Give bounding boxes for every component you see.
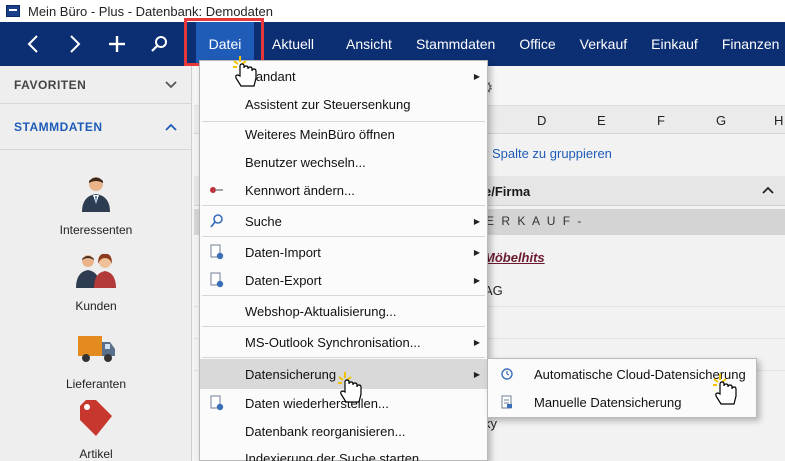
- menu-item-assistent-steuersenkung[interactable]: Assistent zur Steuersenkung: [200, 90, 487, 118]
- menu-separator: [202, 205, 485, 206]
- menu-item-label: Weiteres MeinBüro öffnen: [245, 126, 395, 142]
- menu-item-label: MS-Outlook Synchronisation...: [245, 334, 421, 350]
- menu-separator: [202, 236, 485, 237]
- submenu-arrow-icon: ▶: [473, 71, 480, 81]
- table-cell-link[interactable]: Möbelhits: [484, 250, 545, 265]
- plus-icon: [109, 36, 125, 52]
- sidebar-item-label: Kunden: [75, 299, 117, 313]
- submenu-arrow-icon: ▶: [473, 337, 480, 347]
- column-letter: D: [537, 113, 547, 128]
- menu-item-label: Datensicherung: [245, 366, 337, 382]
- sidebar-item-lieferanten[interactable]: Lieferanten: [0, 328, 192, 391]
- menu-verkauf[interactable]: Verkauf: [568, 22, 639, 66]
- add-button[interactable]: [96, 22, 138, 66]
- menu-item-label: Datenbank reorganisieren...: [245, 423, 406, 439]
- title-bar: Mein Büro - Plus - Datenbank: Demodaten: [0, 0, 785, 22]
- sidebar-section-label: STAMMDATEN: [14, 119, 103, 134]
- chevron-right-icon: [70, 35, 81, 53]
- menu-item-benutzer-wechseln[interactable]: Benutzer wechseln...: [200, 148, 487, 176]
- column-letter: E: [597, 113, 606, 128]
- submenu-arrow-icon: ▶: [473, 369, 480, 379]
- menu-item-label: Assistent zur Steuersenkung: [245, 96, 411, 112]
- menu-item-label: Suche: [245, 213, 282, 229]
- column-letter: F: [657, 113, 665, 128]
- menu-item-webshop-aktualisierung[interactable]: Webshop-Aktualisierung...: [200, 297, 487, 325]
- menu-item-datenbank-reorganisieren[interactable]: Datenbank reorganisieren...: [200, 417, 487, 445]
- key-icon: [210, 187, 223, 193]
- menu-item-kennwort-aendern[interactable]: Kennwort ändern...: [200, 176, 487, 204]
- menu-item-weiteres-meinbuero[interactable]: Weiteres MeinBüro öffnen: [200, 120, 487, 148]
- export-icon: [210, 272, 224, 288]
- sidebar-item-label: Interessenten: [59, 223, 133, 237]
- menu-item-daten-export[interactable]: Daten-Export ▶: [200, 266, 487, 294]
- menu-finanzen[interactable]: Finanzen: [710, 22, 785, 66]
- submenu-arrow-icon: ▶: [473, 216, 480, 226]
- chevron-down-icon: [165, 80, 177, 88]
- truck-icon: [78, 336, 115, 362]
- sidebar-item-kunden[interactable]: Kunden: [0, 250, 192, 313]
- menu-item-daten-import[interactable]: Daten-Import ▶: [200, 238, 487, 266]
- menu-item-label: Daten-Import: [245, 244, 321, 260]
- menu-item-label: Benutzer wechseln...: [245, 154, 366, 170]
- column-letter: H: [774, 113, 784, 128]
- sidebar-item-label: Lieferanten: [65, 377, 127, 391]
- menu-item-label: Kennwort ändern...: [245, 182, 355, 198]
- menu-item-suche[interactable]: Suche ▶: [200, 207, 487, 235]
- menu-item-indexierung-suche[interactable]: Indexierung der Suche starten: [200, 444, 487, 461]
- menu-separator: [202, 357, 485, 358]
- group-row-label: E R K A U F -: [486, 214, 584, 228]
- menu-separator: [202, 295, 485, 296]
- clock-icon: [501, 368, 513, 380]
- hand-cursor-icon: [338, 372, 362, 403]
- chevron-up-icon: [165, 123, 177, 131]
- import-icon: [210, 244, 224, 260]
- menu-item-label: Indexierung der Suche starten: [245, 450, 420, 461]
- column-header-firma[interactable]: e/Firma: [484, 184, 530, 199]
- column-letter: G: [716, 113, 727, 128]
- person-icon: [82, 177, 110, 212]
- search-icon: [210, 214, 223, 228]
- restore-icon: [210, 395, 224, 411]
- app-icon: [6, 5, 20, 17]
- back-button[interactable]: [12, 22, 54, 66]
- window-title: Mein Büro - Plus - Datenbank: Demodaten: [28, 3, 273, 19]
- forward-button[interactable]: [54, 22, 96, 66]
- hand-cursor-icon: [713, 374, 737, 405]
- sidebar-item-artikel[interactable]: Artikel: [0, 398, 192, 461]
- sidebar-item-label: Artikel: [79, 447, 113, 461]
- submenu-arrow-icon: ▶: [473, 247, 480, 257]
- menu-item-label: Daten-Export: [245, 272, 322, 288]
- tag-icon: [80, 400, 112, 436]
- sidebar: FAVORITEN STAMMDATEN Interessenten Kunde…: [0, 66, 192, 461]
- submenu-item-label: Manuelle Datensicherung: [534, 394, 682, 410]
- search-icon: [151, 36, 167, 52]
- sidebar-section-stammdaten[interactable]: STAMMDATEN: [0, 104, 191, 150]
- sidebar-item-interessenten[interactable]: Interessenten: [0, 174, 192, 237]
- menu-separator: [202, 326, 485, 327]
- group-by-hint: r Spalte zu gruppieren: [484, 146, 612, 161]
- chevron-left-icon: [27, 35, 38, 53]
- search-button[interactable]: [138, 22, 180, 66]
- menu-item-label: Daten wiederherstellen...: [245, 395, 389, 411]
- menu-item-ms-outlook-sync[interactable]: MS-Outlook Synchronisation... ▶: [200, 328, 487, 356]
- menu-office[interactable]: Office: [507, 22, 567, 66]
- menu-item-label: Webshop-Aktualisierung...: [245, 303, 397, 319]
- hand-cursor-icon: [233, 56, 257, 87]
- submenu-arrow-icon: ▶: [473, 275, 480, 285]
- people-icon: [76, 253, 116, 288]
- document-icon: [501, 395, 512, 409]
- sidebar-section-favoriten[interactable]: FAVORITEN: [0, 66, 191, 104]
- menu-einkauf[interactable]: Einkauf: [639, 22, 710, 66]
- chevron-up-icon[interactable]: [762, 182, 774, 197]
- sidebar-section-label: FAVORITEN: [14, 77, 87, 92]
